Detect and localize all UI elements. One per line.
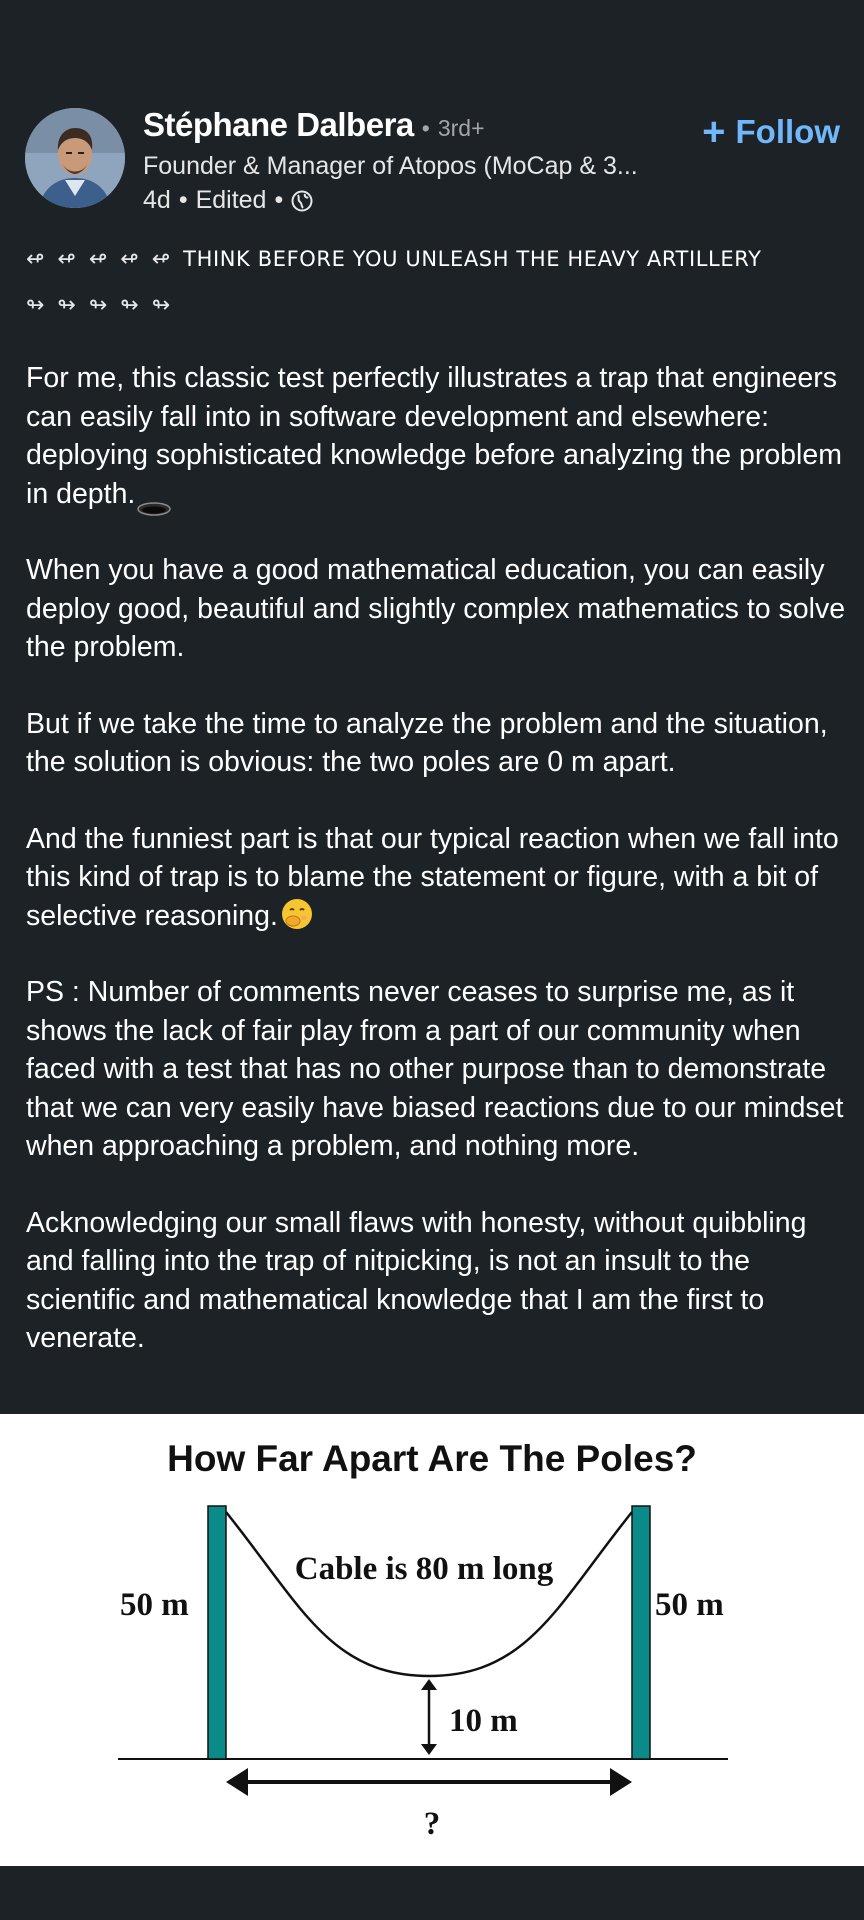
distance-arrow-head-left [226, 1768, 248, 1796]
post-image[interactable]: How Far Apart Are The Poles? Cable is 80… [0, 1414, 864, 1866]
author-name-line: Stéphane Dalbera • 3rd+ [143, 106, 485, 150]
plus-icon: + [702, 110, 726, 154]
left-pole-label: 50 m [120, 1587, 189, 1623]
left-arrows: ↫ ↫ ↫ ↫ ↫ [26, 246, 174, 272]
globe-icon [291, 190, 313, 212]
post-timestamp: 4d [143, 186, 171, 214]
post-paragraph: When you have a good mathematical educat… [26, 554, 846, 663]
sag-label: 10 m [449, 1703, 518, 1739]
post-paragraph: For me, this classic test perfectly illu… [26, 359, 846, 516]
post-header: Stéphane Dalbera • 3rd+ Founder & Manage… [0, 0, 864, 250]
author-headline: Founder & Manager of Atopos (MoCap & 3..… [143, 152, 638, 180]
distance-arrow-head-right [610, 1768, 632, 1796]
post-title: THINK BEFORE YOU UNLEASH THE HEAVY ARTIL… [183, 247, 762, 271]
face-with-hand-over-mouth-icon [281, 898, 313, 930]
sag-arrow-head-bottom [421, 1744, 437, 1755]
post-body: ↫ ↫ ↫ ↫ ↫ THINK BEFORE YOU UNLEASH THE H… [26, 240, 846, 1358]
cable-label: Cable is 80 m long [295, 1551, 554, 1587]
follow-button[interactable]: + Follow [702, 110, 840, 154]
post-meta: 4d • Edited • [143, 186, 313, 215]
author-name[interactable]: Stéphane Dalbera [143, 106, 414, 144]
post-paragraph: PS : Number of comments never ceases to … [26, 976, 844, 1162]
post-paragraph: Acknowledging our small flaws with hones… [26, 1206, 807, 1355]
avatar[interactable] [25, 108, 125, 208]
right-arrows: ↬ ↬ ↬ ↬ ↬ [26, 292, 174, 318]
connection-degree: 3rd+ [437, 115, 485, 141]
meta-separator: • [178, 186, 188, 214]
post-paragraph: But if we take the time to analyze the p… [26, 707, 828, 779]
right-pole-label: 50 m [655, 1587, 724, 1623]
distance-label: ? [424, 1806, 441, 1842]
meta-separator: • [274, 186, 284, 214]
hole-icon [137, 488, 172, 516]
right-pole [631, 1505, 651, 1760]
cable [225, 1511, 633, 1678]
degree-separator: • [421, 115, 430, 141]
poles-diagram: Cable is 80 m long 50 m 50 m 10 m ? [118, 1505, 728, 1842]
left-pole [207, 1505, 227, 1760]
post-title-row: ↫ ↫ ↫ ↫ ↫ THINK BEFORE YOU UNLEASH THE H… [26, 240, 846, 278]
post-paragraph: And the funniest part is that our typica… [26, 822, 839, 932]
edited-label: Edited [195, 186, 267, 214]
sag-arrow-head-top [421, 1679, 437, 1690]
follow-label: Follow [735, 113, 840, 150]
